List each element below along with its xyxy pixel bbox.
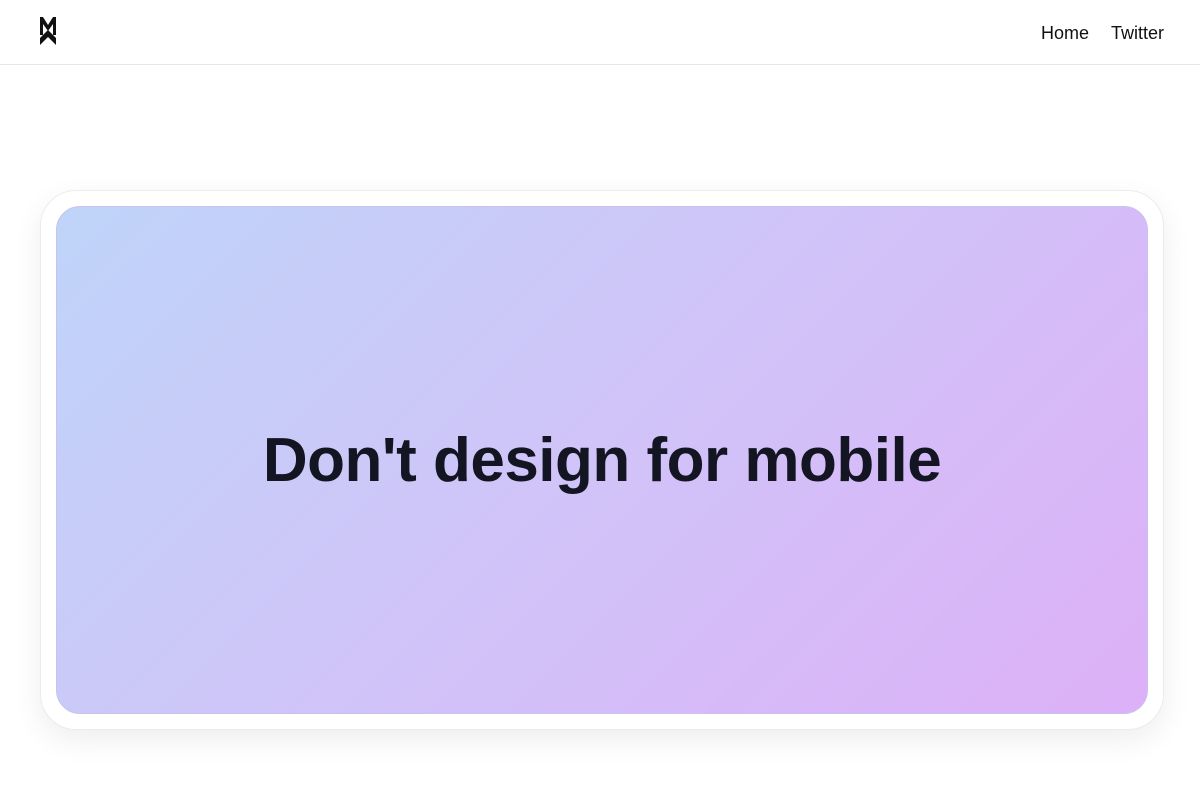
hero-headline: Don't design for mobile	[262, 425, 942, 495]
nav-link-twitter[interactable]: Twitter	[1111, 21, 1164, 45]
m-monogram-logo-icon[interactable]	[38, 16, 58, 46]
nav-links: Home Twitter	[1041, 21, 1164, 45]
nav-link-home[interactable]: Home	[1041, 21, 1089, 45]
hero-card: Don't design for mobile	[56, 206, 1148, 714]
top-navbar: Home Twitter	[0, 0, 1200, 65]
